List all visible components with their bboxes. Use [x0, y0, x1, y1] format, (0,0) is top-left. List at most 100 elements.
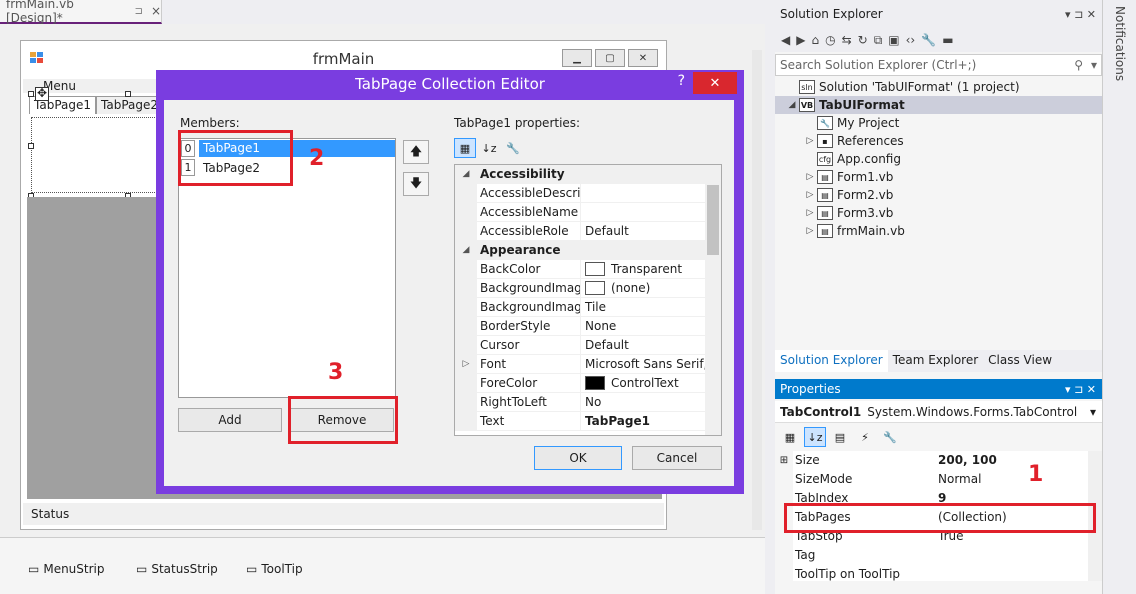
panel-controls-icon[interactable]: ▾ ⊐ ✕ — [1065, 8, 1096, 21]
minimize-icon[interactable]: ▁ — [562, 49, 592, 67]
collapse-all-icon[interactable]: ⧉ — [874, 33, 883, 48]
tray-item-statusstrip[interactable]: ▭ StatusStrip — [136, 562, 218, 576]
alphabetical-icon[interactable]: ↓z — [478, 138, 500, 158]
alphabetical-icon[interactable]: ↓z — [804, 427, 826, 447]
collapse-icon[interactable]: ◢ — [455, 241, 477, 259]
tree-node[interactable]: ◢ VB TabUIFormat — [775, 96, 1102, 114]
collapse-icon[interactable]: ◢ — [455, 165, 477, 183]
grid-property-value[interactable]: Tile — [581, 298, 721, 316]
help-icon[interactable]: ? — [678, 73, 685, 89]
expand-icon[interactable]: ▷ — [803, 172, 817, 182]
resize-handle[interactable] — [28, 91, 34, 97]
solution-tree[interactable]: sln Solution 'TabUIFormat' (1 project) ◢ VB… — [775, 78, 1102, 240]
resize-handle[interactable] — [28, 143, 34, 149]
grid-row[interactable]: BorderStyle None — [455, 317, 721, 336]
panel-controls-icon[interactable]: ▾ ⊐ ✕ — [1065, 383, 1096, 396]
add-button[interactable]: Add — [178, 408, 282, 432]
grid-row[interactable]: ForeColor ControlText — [455, 374, 721, 393]
search-icon[interactable]: ⚲ — [1074, 58, 1083, 72]
preview-icon[interactable]: ▬ — [942, 33, 953, 47]
tree-node[interactable]: ▷ ▤ Form2.vb — [775, 186, 1102, 204]
tree-node[interactable]: ▷ ▤ Form1.vb — [775, 168, 1102, 186]
back-icon[interactable]: ◀ — [781, 33, 790, 47]
expand-icon[interactable]: ▷ — [455, 355, 477, 373]
status-strip[interactable]: Status — [23, 503, 664, 525]
property-value[interactable] — [936, 546, 1102, 565]
categorized-icon[interactable]: ▦ — [454, 138, 476, 158]
expand-icon[interactable]: ⊞ — [775, 451, 793, 470]
tab-tabpage2[interactable]: TabPage2 — [96, 96, 163, 114]
grid-scroll-thumb[interactable] — [707, 185, 719, 255]
property-pages-icon[interactable]: 🔧 — [879, 427, 901, 447]
property-row[interactable]: ⊞ Size 200, 100 — [775, 451, 1102, 470]
notifications-strip[interactable]: Notifications — [1102, 0, 1136, 594]
grid-row[interactable]: ▷ Font Microsoft Sans Serif, 8.2 — [455, 355, 721, 374]
view-code-icon[interactable]: ‹› — [906, 33, 916, 47]
object-selector[interactable]: TabControl1 System.Windows.Forms.TabCont… — [775, 401, 1102, 423]
pin-icon[interactable]: ⊐ — [135, 6, 143, 17]
properties-view-icon[interactable]: ▤ — [829, 427, 851, 447]
grid-property-value[interactable]: Default — [581, 336, 721, 354]
tree-node[interactable]: sln Solution 'TabUIFormat' (1 project) — [775, 78, 1102, 96]
grid-property-value[interactable]: Microsoft Sans Serif, 8.2 — [581, 355, 721, 373]
move-handle-icon[interactable]: ✥ — [35, 87, 49, 101]
grid-category[interactable]: ◢ Appearance — [455, 241, 721, 260]
expand-icon[interactable]: ▷ — [803, 190, 817, 200]
grid-row[interactable]: RightToLeft No — [455, 393, 721, 412]
grid-property-value[interactable]: Transparent — [581, 260, 721, 278]
grid-property-value[interactable]: Default — [581, 222, 721, 240]
grid-property-value[interactable]: No — [581, 393, 721, 411]
designer-scrollbar[interactable] — [752, 50, 762, 530]
ok-button[interactable]: OK — [534, 446, 622, 470]
expand-icon[interactable]: ▷ — [803, 136, 817, 146]
grid-category[interactable]: ◢ Accessibility — [455, 165, 721, 184]
grid-row[interactable]: BackgroundImageI Tile — [455, 298, 721, 317]
refresh-icon[interactable]: ↻ — [858, 33, 868, 47]
history-icon[interactable]: ◷ — [825, 33, 835, 47]
solution-search-input[interactable]: Search Solution Explorer (Ctrl+;) ⚲ ▾ — [775, 54, 1102, 76]
tab-control-tabs[interactable]: TabPage1 TabPage2 — [29, 96, 163, 114]
expand-icon[interactable]: ▷ — [803, 226, 817, 236]
grid-property-value[interactable]: (none) — [581, 279, 721, 297]
property-row[interactable]: ToolTip on ToolTip — [775, 565, 1102, 581]
property-row[interactable]: SizeMode Normal — [775, 470, 1102, 489]
grid-property-value[interactable]: ControlText — [581, 374, 721, 392]
tab-team-explorer[interactable]: Team Explorer — [888, 350, 984, 372]
categorized-icon[interactable]: ▦ — [779, 427, 801, 447]
document-tab[interactable]: frmMain.vb [Design]* ⊐ × — [0, 0, 162, 25]
chevron-down-icon[interactable]: ▾ — [1090, 405, 1096, 419]
move-down-button[interactable]: 🡇 — [403, 172, 429, 196]
tab-control-body[interactable] — [31, 117, 163, 193]
maximize-icon[interactable]: ▢ — [595, 49, 625, 67]
grid-row[interactable]: AccessibleDescript — [455, 184, 721, 203]
tray-item-tooltip[interactable]: ▭ ToolTip — [246, 562, 303, 576]
tab-solution-explorer[interactable]: Solution Explorer — [775, 350, 888, 372]
tree-node[interactable]: cfg App.config — [775, 150, 1102, 168]
grid-row[interactable]: Cursor Default — [455, 336, 721, 355]
sync-icon[interactable]: ⇆ — [842, 33, 852, 47]
property-row[interactable]: Tag — [775, 546, 1102, 565]
property-value[interactable]: 200, 100 — [936, 451, 1102, 470]
cancel-button[interactable]: Cancel — [632, 446, 722, 470]
grid-property-value[interactable]: TabPage1 — [581, 412, 721, 430]
property-pages-icon[interactable]: 🔧 — [502, 138, 524, 158]
expand-icon[interactable]: ▷ — [803, 208, 817, 218]
tree-node[interactable]: ▷ ▪ References — [775, 132, 1102, 150]
tray-item-menustrip[interactable]: ▭ MenuStrip — [28, 562, 105, 576]
tree-node[interactable]: 🔧 My Project — [775, 114, 1102, 132]
grid-row[interactable]: BackgroundImage (none) — [455, 279, 721, 298]
grid-row[interactable]: AccessibleName — [455, 203, 721, 222]
events-icon[interactable]: ⚡ — [854, 427, 876, 447]
expand-icon[interactable]: ◢ — [785, 100, 799, 110]
move-up-button[interactable]: 🡅 — [403, 140, 429, 164]
home-icon[interactable]: ⌂ — [811, 33, 819, 47]
close-tab-icon[interactable]: × — [151, 4, 161, 18]
dialog-property-grid[interactable]: ◢AccessibilityAccessibleDescriptAccessib… — [454, 164, 722, 436]
property-value[interactable] — [936, 565, 1102, 581]
tree-node[interactable]: ▷ ▤ frmMain.vb — [775, 222, 1102, 240]
grid-row[interactable]: BackColor Transparent — [455, 260, 721, 279]
close-icon[interactable]: ✕ — [628, 49, 658, 67]
tree-node[interactable]: ▷ ▤ Form3.vb — [775, 204, 1102, 222]
dialog-close-button[interactable]: ✕ — [693, 72, 737, 94]
grid-row[interactable]: AccessibleRole Default — [455, 222, 721, 241]
